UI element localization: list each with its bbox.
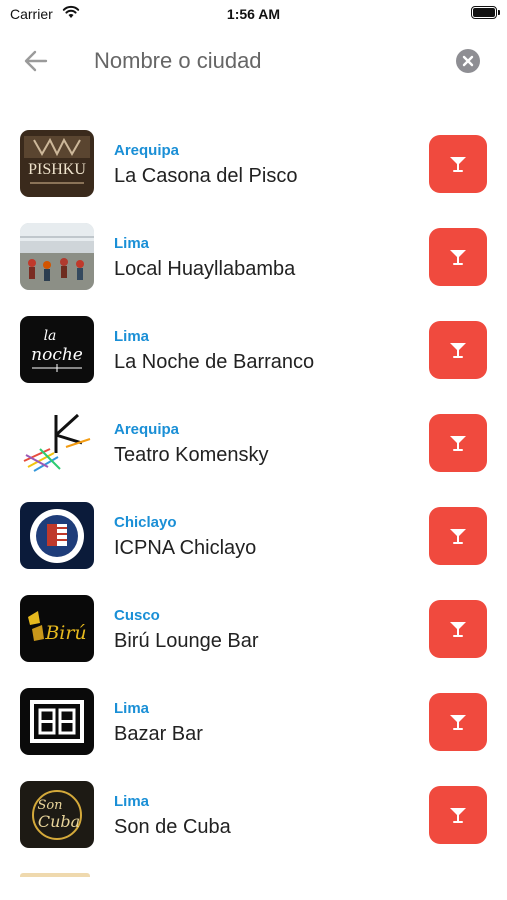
list-item[interactable]: PISHKU Arequipa La Casona del Pisco [0,128,507,221]
list-item[interactable]: Chiclayo ICPNA Chiclayo [0,500,507,593]
pishku-logo: PISHKU [20,130,94,197]
cocktail-glass-icon [450,157,466,172]
venue-name: Son de Cuba [114,816,231,838]
drinks-button[interactable] [429,321,487,379]
venue-city: Cusco [114,607,160,624]
komensky-logo [20,409,94,476]
cocktail-glass-icon [450,250,466,265]
battery-icon [471,6,500,19]
venue-city: Arequipa [114,142,180,159]
venue-name: La Noche de Barranco [114,351,315,373]
venue-name: Bazar Bar [114,723,203,745]
drinks-button[interactable] [429,414,487,472]
huayllabamba-photo [20,223,94,290]
svg-text:la: la [44,328,57,344]
search-input[interactable] [94,46,424,76]
list-item-partial [20,873,90,877]
venue-city: Lima [114,328,150,345]
venue-city: Lima [114,235,150,252]
cocktail-glass-icon [450,529,466,544]
drinks-button[interactable] [429,693,487,751]
venue-name: Teatro Komensky [114,444,269,466]
drinks-button[interactable] [429,228,487,286]
drinks-button[interactable] [429,786,487,844]
list-item[interactable]: Lima Bazar Bar [0,686,507,779]
icpna-logo [20,502,94,569]
cocktail-glass-icon [450,343,466,358]
clock: 1:56 AM [226,6,281,22]
cocktail-glass-icon [450,715,466,730]
la-noche-logo: la noche [20,316,94,383]
search-header [0,40,507,82]
list-item[interactable]: Birú Cusco Birú Lounge Bar [0,593,507,686]
bazar-logo [20,688,94,755]
biru-logo: Birú [20,595,94,662]
svg-text:Son: Son [37,798,62,813]
svg-text:Cuba: Cuba [38,812,80,831]
cocktail-glass-icon [450,622,466,637]
back-arrow-icon[interactable] [22,48,50,74]
list-item[interactable]: la noche Lima La Noche de Barranco [0,314,507,407]
venue-name: Local Huayllabamba [114,258,296,280]
svg-text:Birú: Birú [44,622,86,644]
clear-search-icon[interactable] [456,49,480,73]
venue-name: ICPNA Chiclayo [114,537,257,559]
drinks-button[interactable] [429,135,487,193]
cocktail-glass-icon [450,436,466,451]
list-item[interactable]: Lima Local Huayllabamba [0,221,507,314]
venue-city: Lima [114,700,150,717]
status-bar: Carrier 1:56 AM [0,0,507,30]
svg-text:noche: noche [31,345,83,365]
list-item[interactable]: Arequipa Teatro Komensky [0,407,507,500]
list-item[interactable]: Son Cuba Lima Son de Cuba [0,779,507,872]
son-de-cuba-logo: Son Cuba [20,781,94,848]
venue-city: Arequipa [114,421,180,438]
drinks-button[interactable] [429,507,487,565]
venue-name: La Casona del Pisco [114,165,298,187]
venue-city: Chiclayo [114,514,177,531]
drinks-button[interactable] [429,600,487,658]
venue-name: Birú Lounge Bar [114,630,259,652]
venue-list: PISHKU Arequipa La Casona del Pisco Lima [0,128,507,872]
cocktail-glass-icon [450,808,466,823]
venue-city: Lima [114,793,150,810]
svg-text:PISHKU: PISHKU [28,161,86,178]
